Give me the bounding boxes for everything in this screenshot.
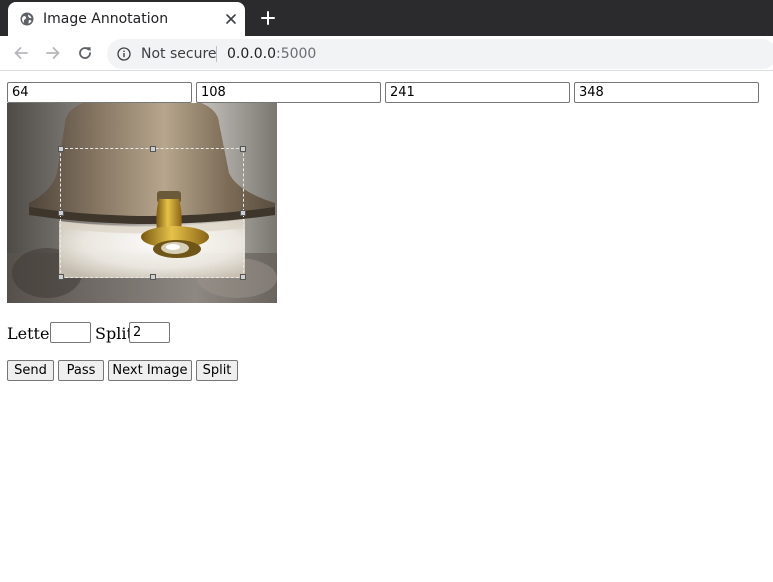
info-icon[interactable] — [117, 47, 131, 61]
arrow-right-icon[interactable] — [44, 44, 62, 62]
browser-tab-strip: Image Annotation — [0, 0, 773, 36]
crop-handle-sw[interactable] — [58, 274, 64, 280]
crop-handle-n[interactable] — [150, 146, 156, 152]
send-button[interactable]: Send — [7, 360, 54, 381]
y1-input[interactable] — [196, 82, 381, 103]
crop-handle-w[interactable] — [58, 210, 64, 216]
url-port: :5000 — [275, 46, 317, 62]
url-text: 0.0.0.0:5000 — [227, 46, 316, 62]
browser-toolbar: Not secure 0.0.0.0:5000 — [0, 36, 773, 71]
security-status: Not secure — [141, 46, 217, 62]
browser-tab[interactable]: Image Annotation — [8, 2, 245, 36]
annotation-image[interactable] — [7, 103, 277, 303]
crop-handle-e[interactable] — [240, 210, 246, 216]
globe-icon — [20, 12, 34, 26]
crop-selection[interactable] — [58, 146, 246, 280]
crop-handle-nw[interactable] — [58, 146, 64, 152]
pass-button[interactable]: Pass — [58, 360, 104, 381]
crop-handle-se[interactable] — [240, 274, 246, 280]
next-image-button[interactable]: Next Image — [108, 360, 192, 381]
crop-handle-ne[interactable] — [240, 146, 246, 152]
x1-input[interactable] — [7, 82, 192, 103]
y2-input[interactable] — [574, 82, 759, 103]
letter-input[interactable] — [50, 322, 91, 343]
address-bar[interactable]: Not secure 0.0.0.0:5000 — [107, 39, 773, 69]
split-input[interactable] — [129, 322, 170, 343]
arrow-left-icon[interactable] — [12, 44, 30, 62]
close-icon[interactable] — [224, 12, 238, 26]
crop-handle-s[interactable] — [150, 274, 156, 280]
x2-input[interactable] — [385, 82, 570, 103]
tab-title: Image Annotation — [43, 11, 169, 27]
url-host: 0.0.0.0 — [227, 46, 276, 62]
plus-icon[interactable] — [259, 9, 277, 27]
split-button[interactable]: Split — [196, 360, 238, 381]
address-bar-divider — [216, 46, 217, 62]
reload-icon[interactable] — [76, 44, 94, 62]
